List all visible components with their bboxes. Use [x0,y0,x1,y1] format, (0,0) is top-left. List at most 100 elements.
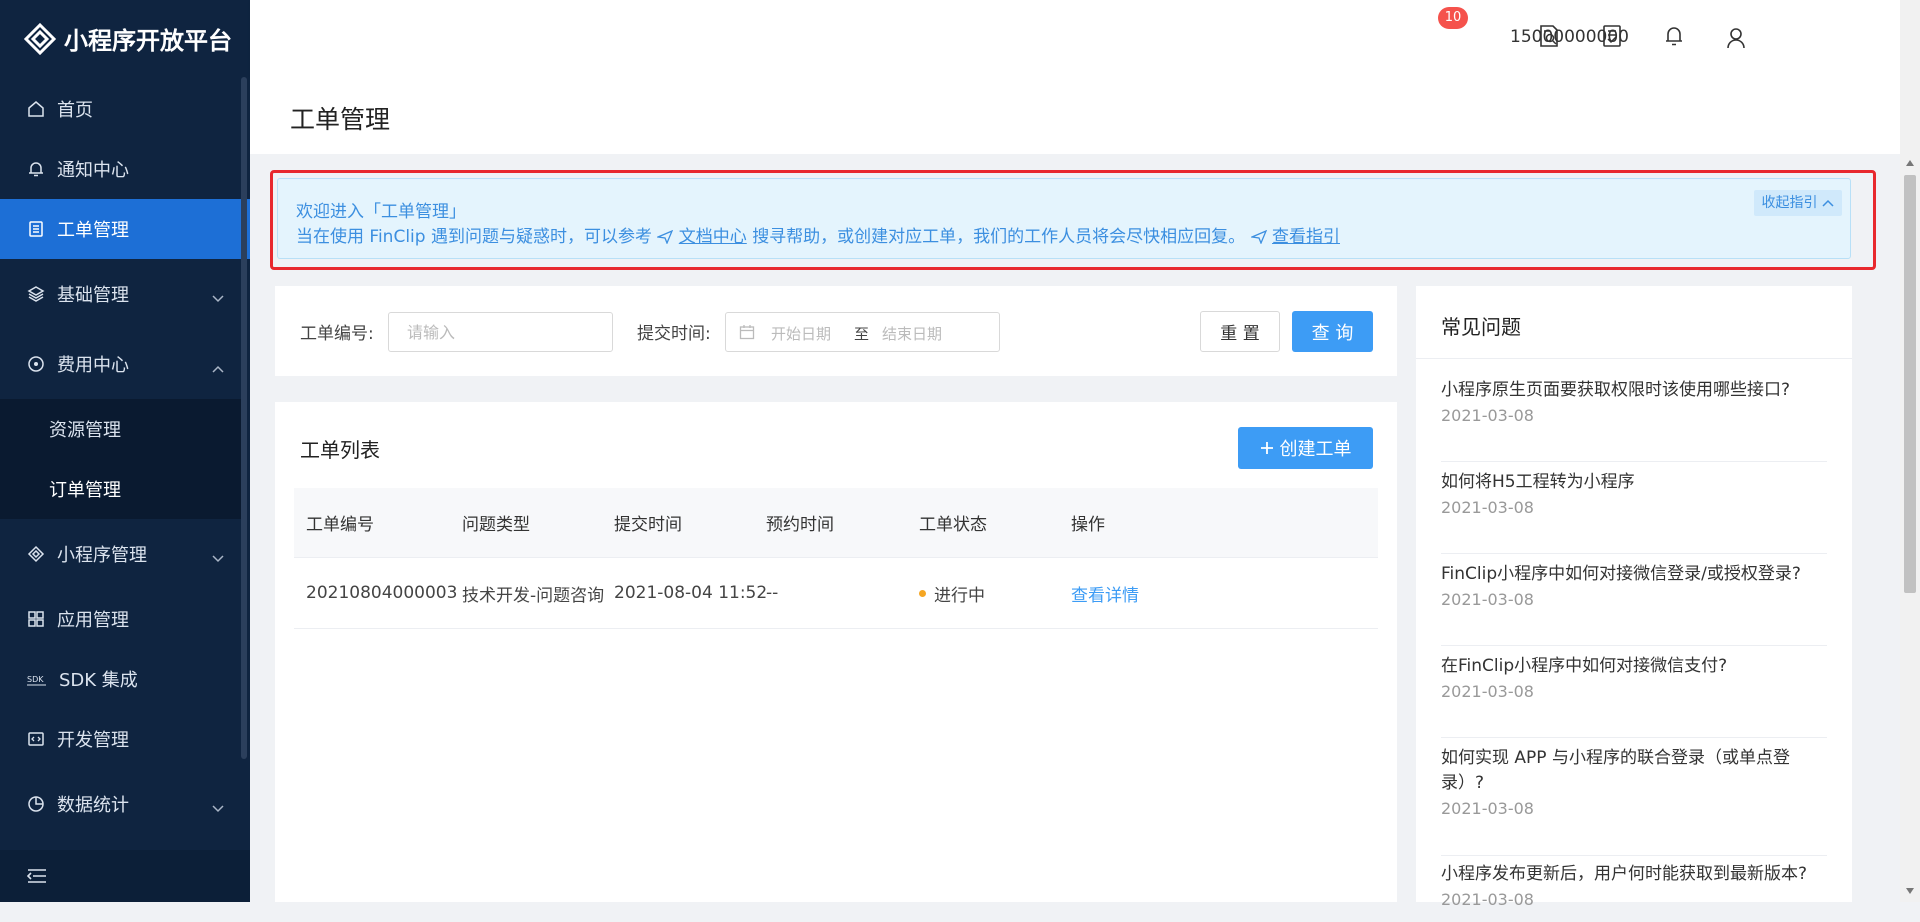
sidebar-item-notifications[interactable]: 通知中心 [0,139,250,199]
sidebar-item-sdk[interactable]: SDK SDK 集成 [0,649,250,709]
notification-bell-icon[interactable] [1663,24,1685,53]
table-row[interactable]: 20210804000003 技术开发-问题咨询 2021-08-04 11:5… [294,558,1378,629]
sidebar-subitem-label: 订单管理 [49,480,121,501]
doc-center-link[interactable]: 文档中心 [679,227,747,247]
collapse-sidebar-button[interactable] [0,850,250,902]
sidebar-subitem-orders[interactable]: 订单管理 [0,459,244,519]
start-date-input[interactable]: 开始日期 [771,323,831,344]
sidebar-item-tickets[interactable]: 工单管理 [0,199,250,259]
chevron-down-icon [212,287,224,308]
sidebar-subitem-resources[interactable]: 资源管理 [0,399,244,459]
sidebar-item-label: 通知中心 [57,160,129,181]
page-scrollbar[interactable] [1900,0,1920,902]
faq-date: 2021-03-08 [1441,799,1534,818]
svg-text:SDK: SDK [27,675,44,684]
top-header [250,0,1900,76]
chevron-down-icon [212,547,224,568]
faq-question[interactable]: FinClip小程序中如何对接微信登录/或授权登录? [1441,562,1827,587]
faq-title: 常见问题 [1441,315,1521,339]
chevron-down-icon [212,797,224,818]
sidebar-item-label: 数据统计 [57,795,129,816]
home-icon [27,100,45,118]
status-cell: 进行中 [919,558,985,628]
diamond-icon [27,545,45,563]
view-guide-link[interactable]: 查看指引 [1272,227,1340,247]
collapse-guide-button[interactable]: 收起指引 [1753,190,1842,216]
faq-date: 2021-03-08 [1441,682,1534,701]
view-details-link[interactable]: 查看详情 [1071,581,1139,606]
sdk-icon: SDK [27,672,47,686]
sidebar-item-label: 基础管理 [57,285,129,306]
chevron-up-icon [1822,199,1834,207]
layers-icon [27,285,45,303]
end-date-input[interactable]: 结束日期 [882,323,942,344]
sidebar-item-home[interactable]: 首页 [0,79,250,139]
scrollbar-thumb[interactable] [1904,175,1916,593]
sidebar-item-basic[interactable]: 基础管理 [0,264,250,324]
action-cell: 查看详情 [1071,558,1139,628]
range-separator: 至 [854,325,870,343]
grid-icon [27,610,45,628]
reset-button[interactable]: 重 置 [1200,311,1280,352]
create-ticket-label: 创建工单 [1279,439,1352,460]
scroll-up-arrow-icon[interactable] [1906,160,1914,166]
chevron-up-icon [212,357,224,378]
faq-item[interactable]: 小程序发布更新后，用户何时能获取到最新版本? 2021-03-08 [1441,862,1827,922]
sidebar-item-label: 小程序管理 [57,545,147,566]
status-text: 进行中 [934,585,985,606]
page-title: 工单管理 [290,105,391,134]
column-header: 提交时间 [614,515,682,535]
submitted-time-cell: 2021-08-04 11:52 [614,583,768,603]
date-range-picker[interactable]: 开始日期 至 结束日期 [725,312,1000,352]
app-logo[interactable]: 小程序开放平台 [0,0,250,77]
ticket-id-label: 工单编号: [300,324,374,344]
column-header: 工单编号 [306,515,374,535]
column-header: 问题类型 [462,515,530,535]
coin-icon [27,355,45,373]
list-title: 工单列表 [300,438,380,462]
notice-text-part: 当在使用 FinClip 遇到问题与疑惑时，可以参考 [296,227,652,247]
sidebar-item-billing[interactable]: 费用中心 [0,334,250,394]
faq-question[interactable]: 如何实现 APP 与小程序的联合登录（或单点登录）? [1441,746,1827,796]
faq-date: 2021-03-08 [1441,498,1534,517]
calendar-icon [739,324,755,344]
faq-item[interactable]: 在FinClip小程序中如何对接微信支付? 2021-03-08 [1441,654,1827,738]
faq-question[interactable]: 小程序原生页面要获取权限时该使用哪些接口? [1441,378,1827,403]
faq-question[interactable]: 小程序发布更新后，用户何时能获取到最新版本? [1441,862,1827,887]
create-ticket-button[interactable]: 创建工单 [1238,427,1373,469]
ticket-id-input[interactable] [388,312,613,352]
sidebar-subitem-label: 资源管理 [49,420,121,441]
menu-fold-icon [27,868,47,884]
status-dot-icon [919,589,926,597]
app-title: 小程序开放平台 [64,27,232,55]
submit-time-label: 提交时间: [637,324,711,344]
divider [1416,358,1852,359]
ticket-id-cell: 20210804000003 [306,583,458,603]
sidebar-item-label: 首页 [57,100,93,121]
user-icon[interactable] [1726,27,1746,54]
sidebar-item-miniprograms[interactable]: 小程序管理 [0,524,250,584]
sidebar-item-dev[interactable]: 开发管理 [0,709,250,769]
faq-item[interactable]: 小程序原生页面要获取权限时该使用哪些接口? 2021-03-08 [1441,378,1827,462]
column-header: 预约时间 [766,515,834,535]
sidebar-item-label: 费用中心 [57,355,129,376]
filter-card: 工单编号: 提交时间: 开始日期 至 结束日期 重 置 查 询 [275,286,1397,376]
scroll-down-arrow-icon[interactable] [1906,888,1914,894]
faq-item[interactable]: FinClip小程序中如何对接微信登录/或授权登录? 2021-03-08 [1441,562,1827,646]
sidebar-scrollbar[interactable] [241,77,247,759]
username[interactable]: 15000000000 [1510,27,1629,47]
faq-question[interactable]: 如何将H5工程转为小程序 [1441,470,1827,495]
sidebar-item-stats[interactable]: 数据统计 [0,774,250,834]
collapse-guide-label: 收起指引 [1761,195,1818,211]
query-button[interactable]: 查 询 [1292,311,1373,352]
faq-question[interactable]: 在FinClip小程序中如何对接微信支付? [1441,654,1827,679]
sidebar-item-label: 应用管理 [57,610,129,631]
table-header: 工单编号 问题类型 提交时间 预约时间 工单状态 操作 [294,488,1378,558]
notice-title: 欢迎进入「工单管理」 [296,202,466,222]
faq-item[interactable]: 如何实现 APP 与小程序的联合登录（或单点登录）? 2021-03-08 [1441,746,1827,856]
notification-badge: 10 [1438,7,1468,29]
send-icon [1250,230,1267,244]
scheduled-time-cell: -- [766,583,779,603]
sidebar-item-apps[interactable]: 应用管理 [0,589,250,649]
faq-item[interactable]: 如何将H5工程转为小程序 2021-03-08 [1441,470,1827,554]
